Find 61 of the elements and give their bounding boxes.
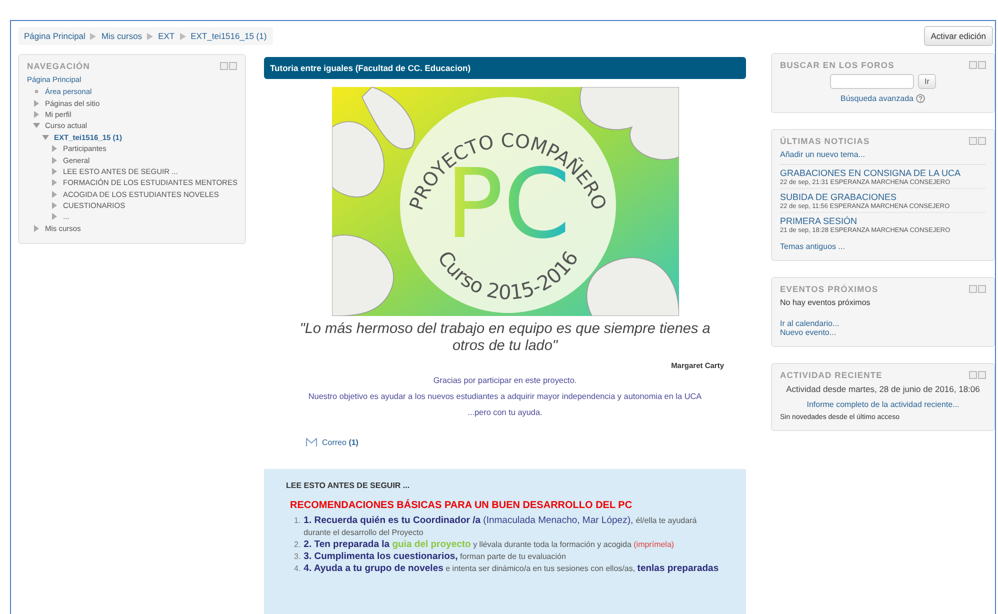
expand-arrow-icon[interactable] (33, 224, 40, 232)
activity-report-link[interactable]: Informe completo de la actividad reciente... (806, 400, 960, 409)
expand-arrow-icon[interactable] (51, 190, 58, 198)
expand-arrow-icon[interactable] (51, 202, 58, 210)
dock-icon[interactable] (969, 137, 986, 145)
recommendation-text: 3. Cumplimenta los cuestionarios, forman parte de tu evaluación (304, 551, 566, 563)
mail-link[interactable]: Correo (1) (322, 438, 358, 447)
edit-mode-button[interactable]: Activar edición (924, 26, 993, 46)
expand-arrow-icon[interactable] (51, 179, 58, 186)
bullet-icon (35, 90, 38, 94)
advanced-search-link[interactable]: Búsqueda avanzada (840, 94, 914, 103)
expand-arrow-icon[interactable] (33, 110, 40, 118)
intro-text: ...pero con tu ayuda. (466, 408, 544, 418)
recommendation-text: 2. Ten preparada la guia del proyecto y llévala durante toda la formación y acogida (imprímela) (304, 539, 674, 551)
dock-icon[interactable] (220, 62, 237, 70)
breadcrumb-link[interactable]: EXT (158, 31, 175, 41)
breadcrumb-link[interactable]: Mis cursos (101, 31, 142, 41)
mail-icon (306, 438, 317, 447)
dock-icon[interactable] (969, 61, 986, 69)
quote-text: "Lo más hermoso del trabajo en equipo es que siempre tienes a otros de tu lado" (298, 321, 712, 355)
block-title: ACTIVIDAD RECIENTE (780, 370, 882, 380)
expand-arrow-icon[interactable] (33, 122, 40, 130)
events-link[interactable]: Ir al calendario... (780, 319, 986, 328)
list-number: 4. (294, 563, 301, 575)
expand-arrow-icon[interactable] (51, 168, 58, 175)
list-number: 3. (294, 551, 301, 563)
intro-text: Nuestro objetivo es ayudar a los nuevos estudiantes a adquirir mayor independencia y autonomia en la UCA (307, 392, 703, 402)
no-events-text: No hay eventos próximos (780, 298, 872, 307)
expand-arrow-icon[interactable] (51, 156, 58, 164)
activity-since-text: Actividad desde martes, 28 de junio de 2016, 18:06 (785, 384, 981, 394)
older-topics-link[interactable]: Temas antiguos ... (780, 242, 986, 251)
separator-icon (90, 32, 96, 40)
dock-icon[interactable] (969, 371, 986, 379)
expand-arrow-icon[interactable] (51, 213, 58, 220)
news-title-link[interactable]: PRIMERA SESIÓN (780, 216, 986, 226)
breadcrumb-link[interactable]: EXT_tei1516_15 (1) (190, 31, 267, 41)
course-title-bar: Tutoria entre iguales (Facultad de CC. Educacion) (264, 57, 746, 79)
go-button[interactable]: Ir (918, 74, 936, 89)
expand-arrow-icon[interactable] (42, 134, 49, 141)
list-number: 1. (294, 515, 301, 527)
expand-arrow-icon[interactable] (51, 145, 58, 152)
search-field[interactable] (830, 74, 914, 89)
block-title: ÚLTIMAS NOTICIAS (780, 136, 870, 146)
expand-arrow-icon[interactable] (33, 100, 40, 107)
block-title: BUSCAR EN LOS FOROS (780, 60, 894, 70)
intro-text: Gracias por participar en este proyecto. (432, 376, 578, 386)
news-title-link[interactable]: SUBIDA DE GRABACIONES (780, 192, 986, 202)
block-title: EVENTOS PRÓXIMOS (780, 284, 878, 294)
help-icon[interactable] (916, 94, 926, 103)
block-title: NAVEGACIÓN (27, 61, 90, 71)
dock-icon[interactable] (969, 285, 986, 293)
add-topic-link[interactable]: Añadir un nuevo tema... (780, 150, 986, 165)
separator-icon (147, 32, 154, 40)
list-number: 2. (294, 539, 301, 551)
news-title-link[interactable]: GRABACIONES EN CONSIGNA DE LA UCA (780, 168, 986, 178)
section-title: LEE ESTO ANTES DE SEGUIR ... (286, 481, 411, 490)
recommendation-text: 4. Ayuda a tu grupo de noveles e intenta ser dinámico/a en tus sesiones con ellos/as, tenlas preparadas (304, 563, 719, 575)
events-link[interactable]: Nuevo evento... (780, 328, 986, 337)
breadcrumb-link[interactable]: Página Principal (24, 31, 86, 41)
section-heading: RECOMENDACIONES BÁSICAS PARA UN BUEN DESARROLLO DEL PC (290, 500, 634, 511)
separator-icon (180, 32, 186, 40)
